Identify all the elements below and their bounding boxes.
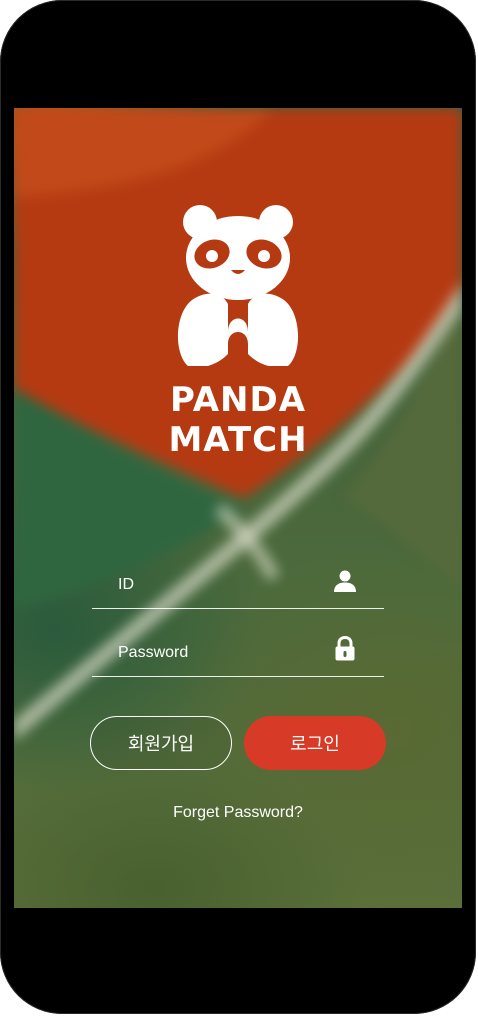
user-icon	[332, 568, 358, 594]
brand-line-1: PANDA	[169, 380, 307, 420]
login-button-label: 로그인	[290, 734, 340, 755]
password-input[interactable]	[92, 625, 332, 673]
signup-button-label: 회원가입	[127, 734, 195, 755]
lock-icon	[332, 636, 358, 662]
brand-line-2: MATCH	[168, 420, 308, 460]
id-input[interactable]	[92, 557, 332, 605]
panda-icon	[178, 205, 298, 366]
login-screen: PANDA MATCH 회	[14, 108, 462, 908]
forgot-password-link[interactable]: Forget Password?	[14, 804, 462, 822]
id-field	[92, 554, 384, 609]
app-logo: PANDA MATCH	[14, 204, 462, 460]
password-field	[92, 622, 384, 677]
signup-button[interactable]: 회원가입	[90, 716, 232, 770]
brand-name: PANDA MATCH	[168, 380, 307, 460]
phone-frame: PANDA MATCH 회	[0, 0, 476, 1014]
login-button[interactable]: 로그인	[244, 716, 386, 770]
